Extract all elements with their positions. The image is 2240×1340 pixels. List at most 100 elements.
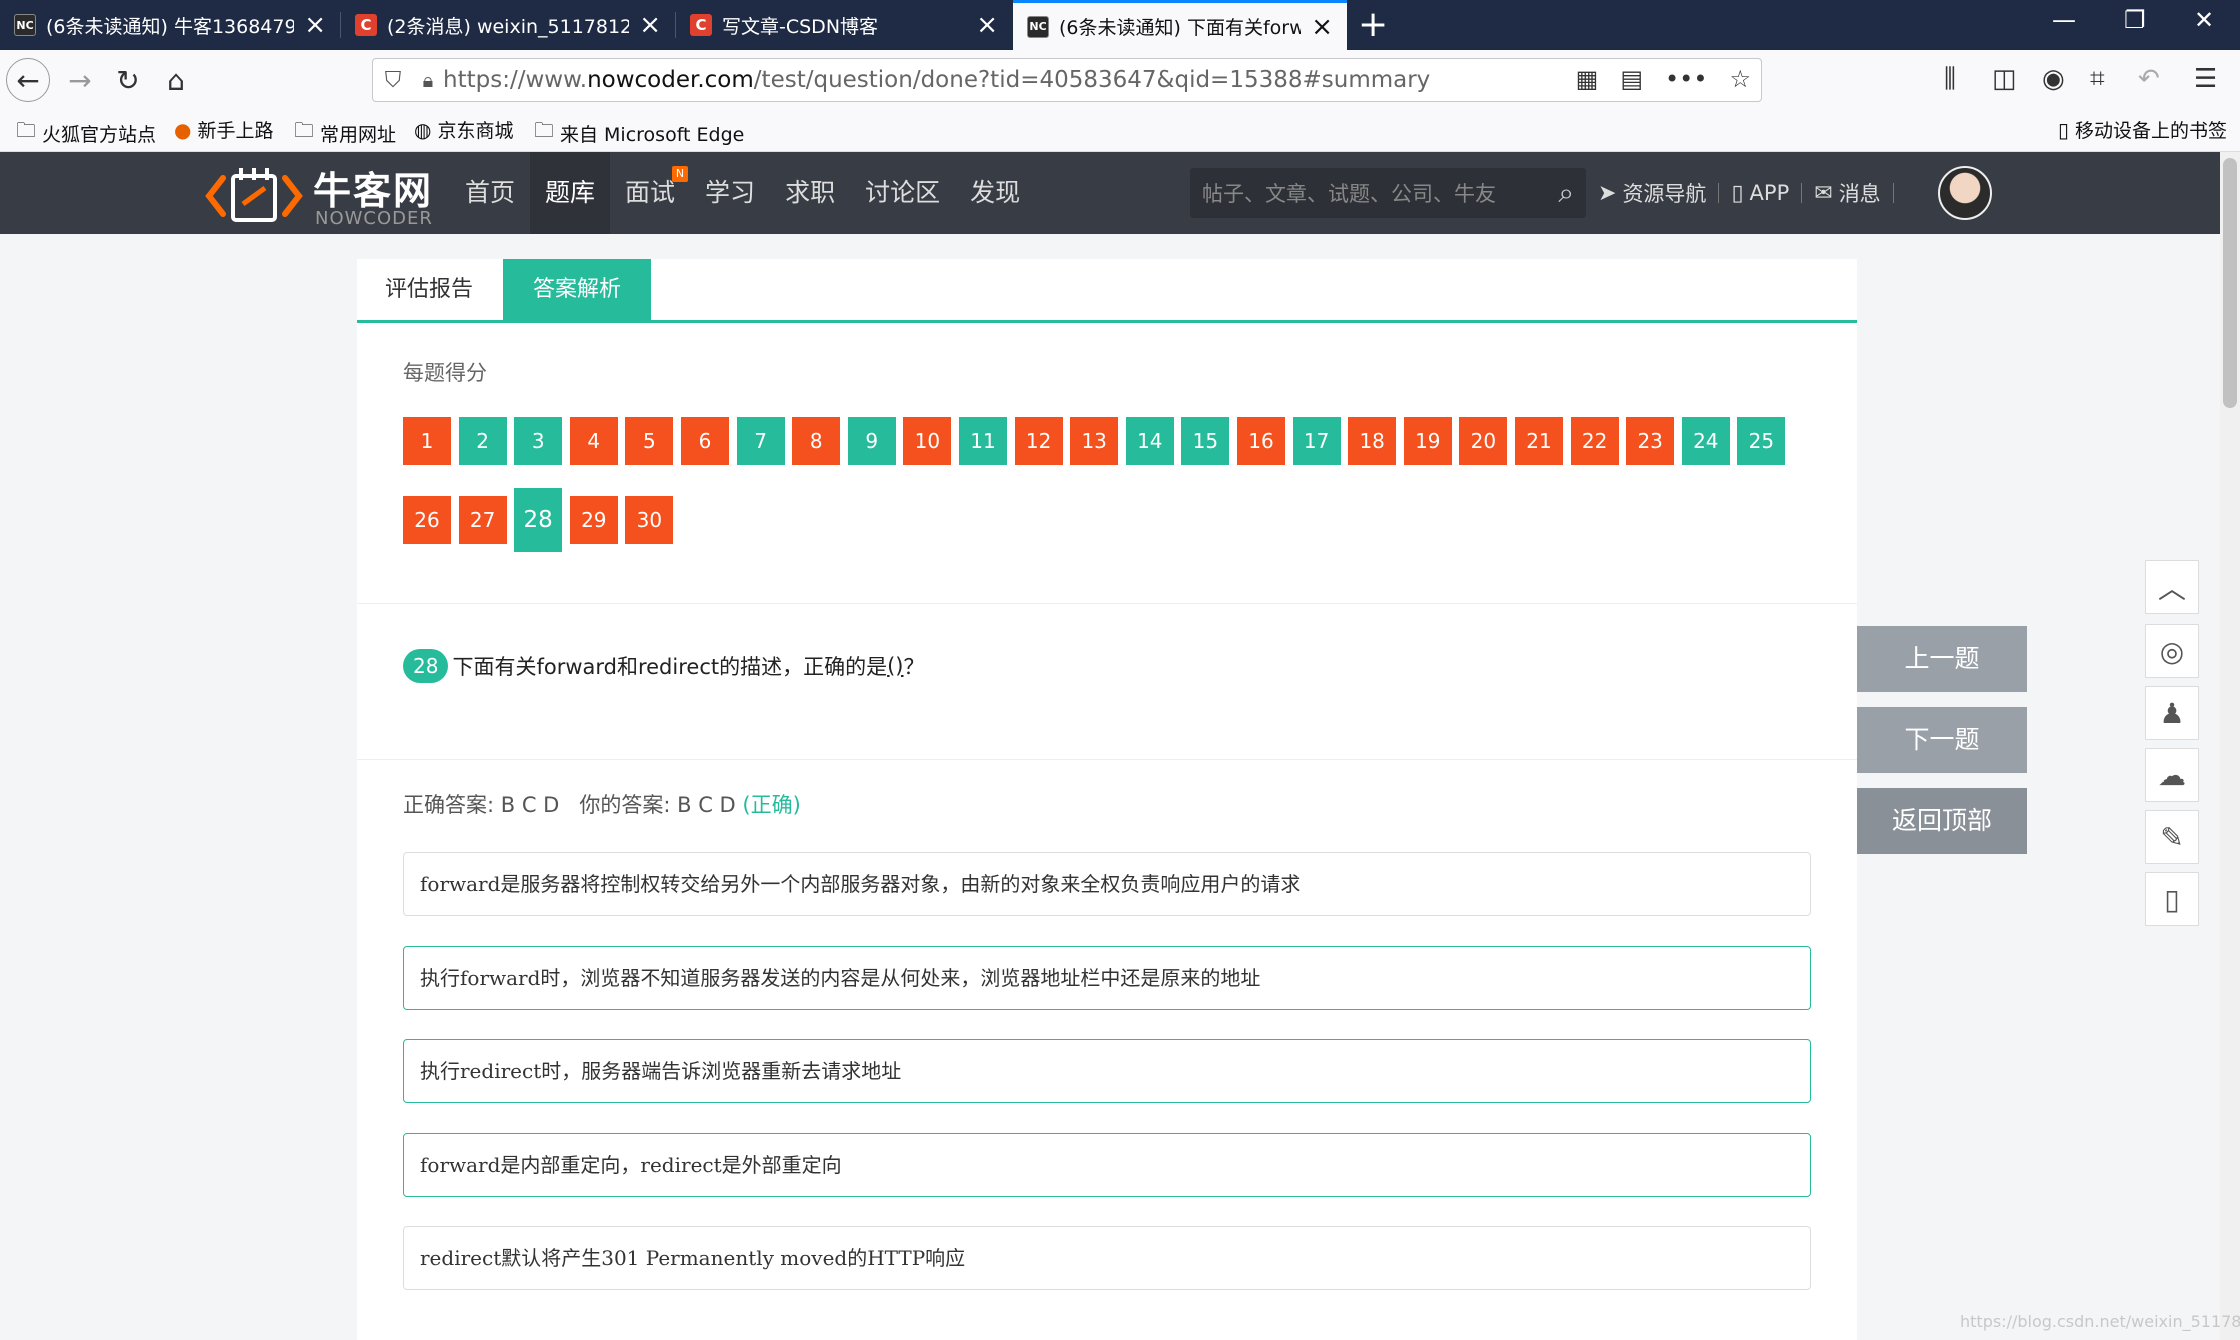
library-icon[interactable]: ⫼ xyxy=(1944,64,1956,95)
browser-tab-3[interactable]: C 写文章-CSDN博客 × xyxy=(676,0,1012,50)
question-score-cell[interactable]: 19 xyxy=(1403,417,1452,465)
scrollbar-thumb[interactable] xyxy=(2223,158,2237,408)
question-score-cell[interactable]: 1 xyxy=(403,417,451,465)
question-score-cell[interactable]: 8 xyxy=(792,417,841,465)
qq-share-icon[interactable]: ♟ xyxy=(2145,686,2199,740)
question-score-cell[interactable]: 24 xyxy=(1681,417,1730,465)
scroll-up-chevron-icon[interactable]: ︿ xyxy=(2145,560,2199,614)
bookmark-item[interactable]: 🗀 火狐官方站点 xyxy=(16,116,156,150)
question-score-cell[interactable]: 30 xyxy=(625,496,674,544)
home-icon[interactable]: ⌂ xyxy=(154,58,198,102)
csdn-favicon-icon: C xyxy=(355,14,377,36)
bookmark-star-icon[interactable]: ☆ xyxy=(1729,65,1751,93)
question-score-cell[interactable]: 29 xyxy=(569,496,618,544)
close-icon[interactable]: × xyxy=(639,12,661,38)
url-bar[interactable]: ⛉ 🔒︎ https://www.nowcoder.com/test/quest… xyxy=(372,58,1762,102)
lock-icon[interactable]: 🔒︎ xyxy=(413,68,443,92)
mobile-view-icon[interactable]: ▯ xyxy=(2145,872,2199,926)
sidebar-icon[interactable]: ◫ xyxy=(1992,64,2017,94)
nav-question-bank[interactable]: 题库 xyxy=(530,152,611,234)
search-icon[interactable]: ⌕ xyxy=(1558,176,1574,210)
forward-arrow-icon[interactable]: → xyxy=(58,58,102,102)
page-scrollbar[interactable] xyxy=(2220,152,2240,1340)
next-question-button[interactable]: 下一题 xyxy=(1857,707,2027,773)
undo-icon[interactable]: ↶ xyxy=(2138,64,2160,94)
question-score-cell[interactable]: 6 xyxy=(681,417,729,465)
browser-tab-2[interactable]: C (2条消息) weixin_51178129的 × xyxy=(341,0,675,50)
question-score-cell[interactable]: 23 xyxy=(1626,417,1675,465)
close-icon[interactable]: × xyxy=(304,12,326,38)
question-score-cell[interactable]: 10 xyxy=(903,417,952,465)
question-score-cell[interactable]: 17 xyxy=(1292,417,1341,465)
back-arrow-icon[interactable]: ← xyxy=(6,58,50,102)
edit-pencil-icon[interactable]: ✎ xyxy=(2145,810,2199,864)
tab-evaluation-report[interactable]: 评估报告 xyxy=(357,259,501,320)
question-score-cell[interactable]: 11 xyxy=(959,417,1007,465)
question-score-cell[interactable]: 26 xyxy=(403,496,451,544)
nav-discover[interactable]: 发现 xyxy=(955,152,1035,234)
more-actions-icon[interactable]: ••• xyxy=(1665,65,1707,93)
close-icon[interactable]: × xyxy=(1311,14,1333,40)
question-score-cell[interactable]: 16 xyxy=(1237,417,1285,465)
nav-home[interactable]: 首页 xyxy=(450,152,530,234)
question-score-cell[interactable]: 22 xyxy=(1570,417,1619,465)
user-avatar[interactable] xyxy=(1938,166,1992,220)
answer-option[interactable]: redirect默认将产生301 Permanently moved的HTTP响… xyxy=(403,1226,1811,1290)
nav-learn[interactable]: 学习 xyxy=(690,152,770,234)
message-link[interactable]: 消息 xyxy=(1839,178,1881,208)
question-score-cell[interactable]: 2 xyxy=(458,417,507,465)
browser-tab-4-active[interactable]: NC (6条未读通知) 下面有关forwar × xyxy=(1013,0,1347,50)
window-close-icon[interactable]: ✕ xyxy=(2194,6,2214,34)
tab-answer-analysis[interactable]: 答案解析 xyxy=(503,259,651,320)
back-to-top-button[interactable]: 返回顶部 xyxy=(1857,788,2027,854)
resource-nav-link[interactable]: 资源导航 xyxy=(1622,178,1706,208)
prev-question-button[interactable]: 上一题 xyxy=(1857,626,2027,692)
site-search-input[interactable]: 帖子、文章、试题、公司、牛友 ⌕ xyxy=(1190,168,1586,218)
question-score-cell[interactable]: 9 xyxy=(847,417,896,465)
nav-interview[interactable]: 面试 N xyxy=(610,152,690,234)
question-score-cell[interactable]: 12 xyxy=(1014,417,1063,465)
bookmark-item[interactable]: ● 新手上路 xyxy=(174,116,273,143)
minimize-icon[interactable]: — xyxy=(2052,6,2076,34)
question-score-cell[interactable]: 13 xyxy=(1070,417,1119,465)
bookmark-item[interactable]: 🗀 来自 Microsoft Edge xyxy=(534,116,744,150)
screenshot-crop-icon[interactable]: ⌗ xyxy=(2090,64,2105,95)
answer-option[interactable]: forward是服务器将控制权转交给另外一个内部服务器对象，由新的对象来全权负责… xyxy=(403,852,1811,916)
qr-code-icon[interactable]: ▦ xyxy=(1576,65,1599,93)
url-text[interactable]: https://www.nowcoder.com/test/question/d… xyxy=(443,67,1430,93)
question-score-cell[interactable]: 25 xyxy=(1737,417,1786,465)
question-score-cell[interactable]: 20 xyxy=(1459,417,1508,465)
new-tab-plus-icon[interactable]: + xyxy=(1358,4,1388,45)
nav-jobs[interactable]: 求职 xyxy=(770,152,850,234)
answer-option[interactable]: 执行forward时，浏览器不知道服务器发送的内容是从何处来，浏览器地址栏中还是… xyxy=(403,945,1811,1010)
app-link[interactable]: APP xyxy=(1750,181,1790,205)
question-score-cell[interactable]: 4 xyxy=(569,417,618,465)
question-score-cell[interactable]: 14 xyxy=(1125,417,1174,465)
question-score-cell[interactable]: 3 xyxy=(514,417,563,465)
wechat-share-icon[interactable]: ☁ xyxy=(2145,748,2199,802)
reload-icon[interactable]: ↻ xyxy=(106,58,150,102)
question-score-cell[interactable]: 7 xyxy=(736,417,785,465)
bookmark-item[interactable]: 🗀 常用网址 xyxy=(294,116,396,150)
question-score-cell[interactable]: 28 xyxy=(514,488,563,552)
question-score-cell[interactable]: 5 xyxy=(625,417,674,465)
bookmark-item[interactable]: ◍ 京东商城 xyxy=(414,116,513,143)
mobile-bookmarks[interactable]: ▯ 移动设备上的书签 xyxy=(2058,116,2227,143)
shield-icon[interactable]: ⛉ xyxy=(373,68,413,93)
restore-icon[interactable]: ❐ xyxy=(2124,6,2146,34)
weibo-share-icon[interactable]: ◎ xyxy=(2145,624,2199,678)
reader-view-icon[interactable]: ▤ xyxy=(1620,65,1643,93)
account-icon[interactable]: ◉ xyxy=(2042,64,2065,94)
question-score-cell[interactable]: 21 xyxy=(1515,417,1563,465)
link-separator xyxy=(1801,183,1803,203)
question-score-cell[interactable]: 15 xyxy=(1181,417,1230,465)
question-score-cell[interactable]: 18 xyxy=(1348,417,1397,465)
close-icon[interactable]: × xyxy=(976,12,998,38)
browser-tab-1[interactable]: NC (6条未读通知) 牛客136847985 × xyxy=(0,0,340,50)
hamburger-menu-icon[interactable]: ☰ xyxy=(2194,64,2217,94)
nav-discuss[interactable]: 讨论区 xyxy=(850,152,955,234)
question-score-cell[interactable]: 27 xyxy=(458,496,507,544)
nowcoder-logo[interactable]: 牛客网 NOWCODER xyxy=(205,160,440,229)
answer-option[interactable]: forward是内部重定向，redirect是外部重定向 xyxy=(403,1132,1811,1197)
answer-option[interactable]: 执行redirect时，服务器端告诉浏览器重新去请求地址 xyxy=(403,1039,1811,1103)
